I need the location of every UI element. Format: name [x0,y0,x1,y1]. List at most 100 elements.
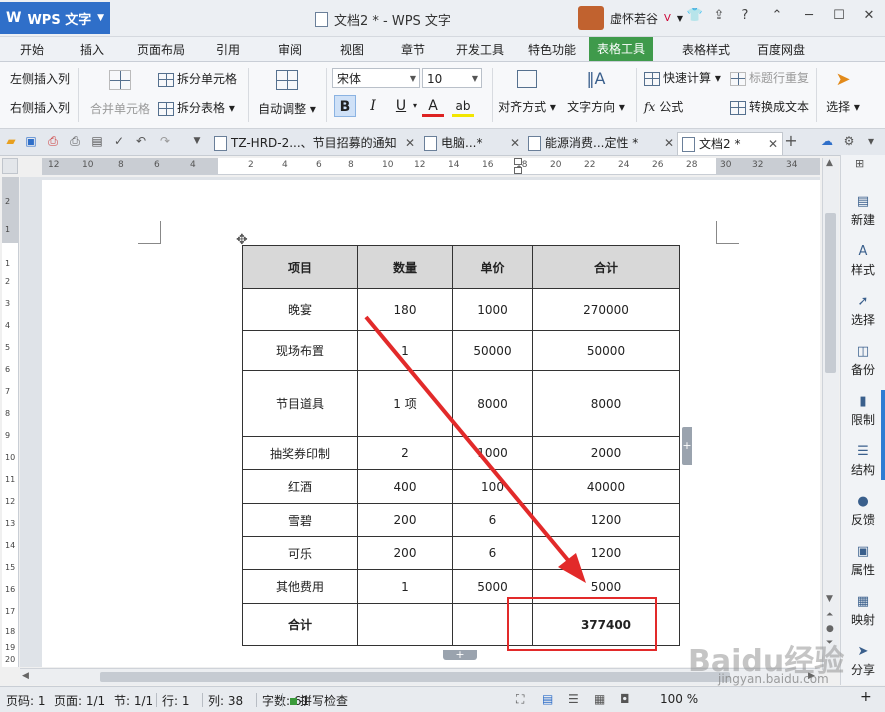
font-name-select[interactable]: 宋体 ▼ [332,68,420,88]
user-name[interactable]: 虚怀若谷 [610,10,658,27]
tab-home[interactable]: 开始 [20,41,44,58]
select-button[interactable]: ➤ 选择 ▾ [822,70,864,115]
panel-expand-handle[interactable] [881,390,885,480]
maximize-button[interactable]: ☐ [828,8,850,28]
bold-button[interactable]: B [334,95,356,117]
document-canvas[interactable]: ✥ 项目 数量 单价 合计 晚宴 180 1000 270000 现场布置 1 … [20,177,820,667]
doc-tab[interactable]: 电脑...* ✕ [420,132,524,154]
tab-baidu-netdisk[interactable]: 百度网盘 [757,41,805,58]
merge-cells-button[interactable]: 合并单元格 [90,70,150,117]
customize-quick-access-icon[interactable]: ▼ [190,134,204,148]
wps-app-menu-button[interactable]: W WPS 文字 ▼ [0,2,110,34]
indent-marker[interactable] [514,158,522,165]
user-account[interactable]: 虚怀若谷 V ▼ [578,6,683,30]
tab-review[interactable]: 审阅 [278,41,302,58]
status-column[interactable]: 列: 38 [208,692,243,709]
doc-tab[interactable]: TZ-HRD-2...、节目招募的通知 ✕ [210,132,419,154]
open-folder-icon[interactable]: ▰ [4,134,18,148]
convert-to-text-button[interactable]: 转换成文本 [730,98,809,115]
panel-share-button[interactable]: ➤ 分享 [841,645,885,678]
panel-backup-button[interactable]: ◫ 备份 [841,345,885,378]
alignment-button[interactable]: 对齐方式 ▾ [498,70,556,115]
zoom-level[interactable]: 100 % [660,692,698,706]
save-icon[interactable]: ▣ [24,134,38,148]
tab-references[interactable]: 引用 [216,41,240,58]
reading-view-icon[interactable]: ◘ [620,692,630,706]
export-pdf-icon[interactable]: ⎙ [46,134,60,148]
cloud-icon[interactable]: ☁ [820,134,834,148]
spell-check-icon[interactable]: ✓ [112,134,126,148]
split-cells-button[interactable]: 拆分单元格 [158,70,237,87]
settings-icon[interactable]: ⚙ [842,134,856,148]
close-tab-icon[interactable]: ✕ [510,132,520,154]
panel-properties-button[interactable]: ▣ 属性 [841,545,885,578]
insert-right-column-button[interactable]: 右侧插入列 [10,99,70,116]
formula-button[interactable]: fx 公式 [644,98,683,115]
panel-select-button[interactable]: ➚ 选择 [841,295,885,328]
auto-adjust-button[interactable]: 自动调整 ▾ [256,70,318,117]
scroll-down-icon[interactable]: ▼ [826,594,833,604]
tab-special-features[interactable]: 特色功能 [528,41,576,58]
close-tab-icon[interactable]: ✕ [768,133,778,155]
scroll-left-icon[interactable]: ◀ [22,671,29,681]
panel-restrict-button[interactable]: ▮ 限制 [841,395,885,428]
status-page-code[interactable]: 页码: 1 [6,692,46,709]
spell-check-toggle[interactable]: 拼写检查 [290,692,348,709]
select-browse-icon[interactable]: ● [826,624,834,634]
chevron-down-icon[interactable]: ▾ [864,134,878,148]
status-section[interactable]: 节: 1/1 [114,692,153,709]
vertical-ruler[interactable]: 2 1 1 2 3 4 5 6 7 8 9 10 11 12 13 14 15 … [2,177,19,667]
split-table-button[interactable]: 拆分表格 ▾ [158,99,235,116]
close-tab-icon[interactable]: ✕ [664,132,674,154]
vertical-scrollbar[interactable]: ▲ ▼ ⏶ ● ⏷ [822,158,839,670]
collapse-ribbon-icon[interactable]: ⌃ [766,8,788,28]
font-color-button[interactable]: A [422,95,444,117]
help-icon[interactable]: ? [734,8,756,28]
minimize-button[interactable]: ─ [798,8,820,28]
undo-icon[interactable]: ↶ [134,134,148,148]
print-preview-icon[interactable]: ▤ [90,134,104,148]
page-view-icon[interactable]: ▤ [542,692,553,706]
highlight-button[interactable]: ab [452,95,474,117]
redo-icon[interactable]: ↷ [158,134,172,148]
new-tab-button[interactable]: + [784,133,798,149]
italic-button[interactable]: I [362,95,384,117]
tab-developer[interactable]: 开发工具 [456,41,504,58]
horizontal-scroll-thumb[interactable] [100,672,730,682]
horizontal-ruler[interactable]: 12 10 8 6 4 2 4 6 8 10 12 14 16 18 20 22… [42,158,820,175]
doc-tab[interactable]: 能源消费...定性 * ✕ [524,132,678,154]
indent-marker[interactable] [514,167,522,174]
status-page[interactable]: 页面: 1/1 [54,692,105,709]
panel-new-button[interactable]: ▤ 新建 [841,195,885,228]
tab-table-tools[interactable]: 表格工具 [589,37,654,61]
insert-left-column-button[interactable]: 左侧插入列 [10,70,70,87]
panel-mapping-button[interactable]: ▦ 映射 [841,595,885,628]
web-view-icon[interactable]: ▦ [594,692,605,706]
panel-feedback-button[interactable]: ● 反馈 [841,495,885,528]
font-size-select[interactable]: 10 ▼ [422,68,482,88]
quick-calc-button[interactable]: 快速计算 ▾ [644,69,721,86]
close-tab-icon[interactable]: ✕ [405,132,415,154]
zoom-in-icon[interactable]: + [860,689,872,705]
repeat-header-button[interactable]: 标题行重复 [730,69,809,86]
text-direction-button[interactable]: ‖A 文字方向 ▾ [564,70,628,115]
share-icon[interactable]: ⇪ [708,8,730,28]
avatar[interactable] [578,6,604,30]
vertical-scroll-thumb[interactable] [825,213,836,373]
fullscreen-view-icon[interactable]: ⛶ [516,692,524,707]
tab-page-layout[interactable]: 页面布局 [137,41,185,58]
tab-chapter[interactable]: 章节 [401,41,425,58]
outline-view-icon[interactable]: ☰ [568,692,579,706]
status-row[interactable]: 行: 1 [162,692,190,709]
panel-toggle-icon[interactable]: ⊞ [855,157,864,170]
print-icon[interactable]: ⎙ [68,134,82,148]
ruler-corner[interactable] [2,158,18,174]
skin-icon[interactable]: 👕 [684,8,706,28]
doc-tab-active[interactable]: 文档2 * ✕ [677,132,783,155]
previous-page-icon[interactable]: ⏶ [826,610,833,620]
panel-style-button[interactable]: A 样式 [841,245,885,278]
tab-table-style[interactable]: 表格样式 [682,41,730,58]
panel-structure-button[interactable]: ☰ 结构 [841,445,885,478]
tab-insert[interactable]: 插入 [80,41,104,58]
close-button[interactable]: ✕ [858,8,880,28]
